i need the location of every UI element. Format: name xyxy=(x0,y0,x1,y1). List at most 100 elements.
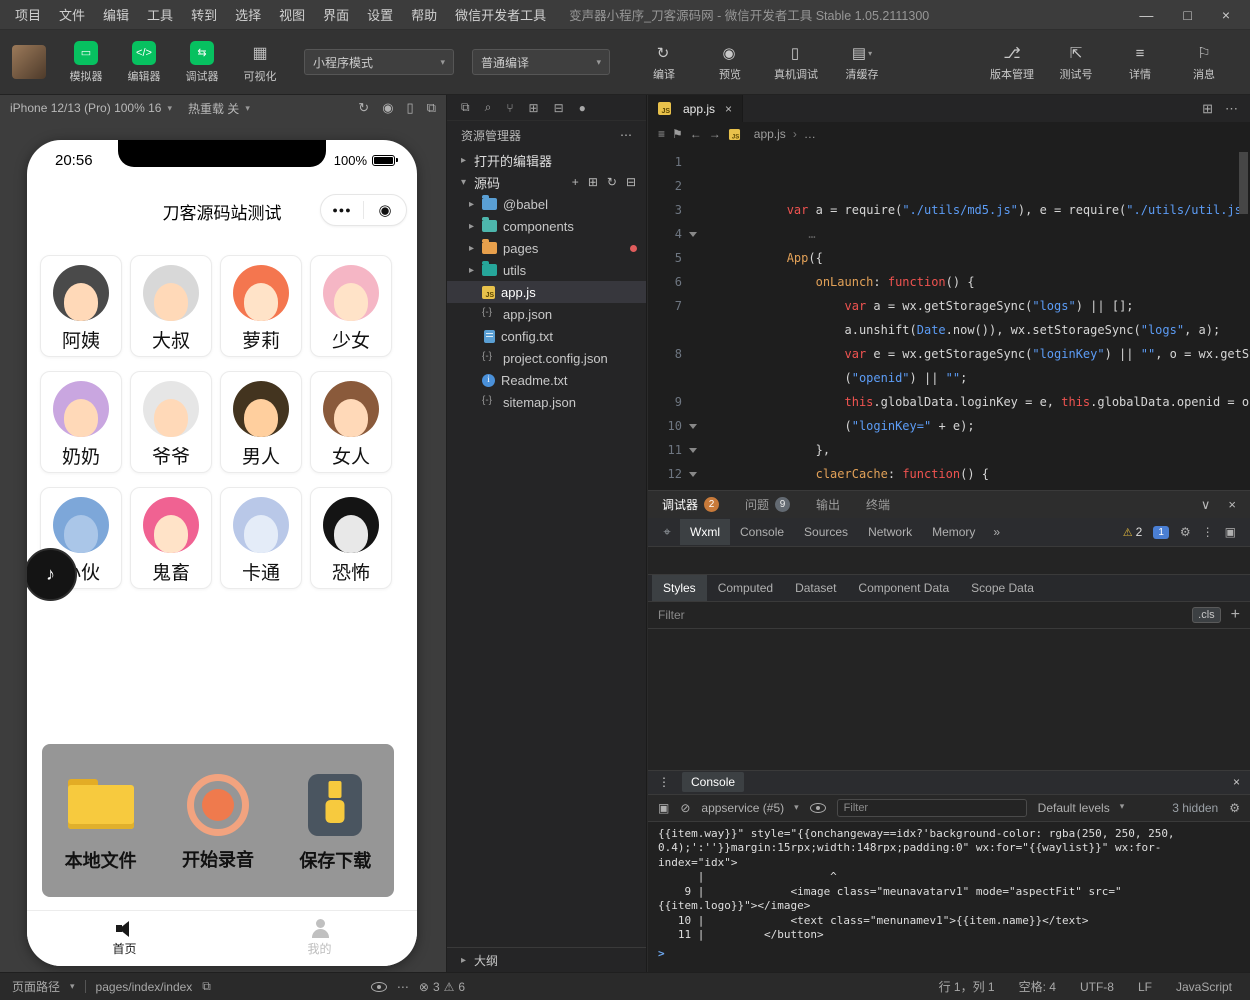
menu-item[interactable]: 编辑 xyxy=(94,5,138,24)
voice-avatar-card[interactable]: 萝莉 xyxy=(220,255,302,357)
live-expression-eye-icon[interactable] xyxy=(809,802,826,813)
explorer-topbar-icon[interactable]: ● xyxy=(579,101,586,115)
fold-icon[interactable] xyxy=(686,174,700,198)
toolbar-view-button[interactable]: ⇆ 调试器 xyxy=(176,40,228,84)
issue-count-badge[interactable]: 1 xyxy=(1153,525,1169,539)
control-button[interactable]: 开始录音 xyxy=(182,773,254,872)
close-button[interactable]: × xyxy=(1222,7,1230,23)
statusbar-more-icon[interactable]: ⋯ xyxy=(397,980,409,994)
phone-tab[interactable]: 首页 xyxy=(27,911,222,966)
hot-reload-select[interactable]: 热重载 关 ▾ xyxy=(188,100,250,117)
wxml-tree-area[interactable] xyxy=(648,547,1250,575)
file-tree-item[interactable]: ▸ @babel xyxy=(447,193,646,215)
minimize-button[interactable]: — xyxy=(1139,7,1153,23)
fold-icon[interactable] xyxy=(686,198,700,222)
inspect-icon[interactable]: ⌖ xyxy=(654,524,680,540)
outline-section[interactable]: ▸ 大纲 xyxy=(447,947,646,972)
editor-more-icon[interactable]: ⋯ xyxy=(1225,101,1238,117)
capsule-more-button[interactable]: ●●● xyxy=(321,205,363,215)
file-tree-item[interactable]: sitemap.json xyxy=(447,391,646,413)
editor-tab-appjs[interactable]: app.js × xyxy=(648,95,744,122)
styles-subtab[interactable]: Component Data xyxy=(847,575,960,601)
control-button[interactable]: 本地文件 xyxy=(65,773,137,873)
compile-mode-select[interactable]: 普通编译 ▾ xyxy=(472,49,610,75)
editor-scrollbar[interactable] xyxy=(1239,152,1248,214)
voice-avatar-card[interactable]: 卡通 xyxy=(220,487,302,589)
voice-avatar-card[interactable]: 阿姨 xyxy=(40,255,122,357)
open-editors-section[interactable]: ▸ 打开的编辑器 xyxy=(447,149,646,171)
fold-icon[interactable] xyxy=(686,342,700,366)
code-editor[interactable]: 1 var a = require("./utils/md5.js"), e =… xyxy=(648,146,1250,490)
explorer-topbar-icon[interactable]: ⌕ xyxy=(485,100,492,115)
menu-item[interactable]: 设置 xyxy=(358,5,402,24)
voice-avatar-card[interactable]: 女人 xyxy=(310,371,392,473)
clear-console-icon[interactable]: ⊘ xyxy=(680,801,690,815)
back-icon[interactable]: ← xyxy=(690,127,702,141)
statusbar-item[interactable]: LF xyxy=(1138,978,1152,995)
devtools-tab[interactable]: Sources xyxy=(794,519,858,545)
explorer-topbar-icon[interactable]: ⊞ xyxy=(529,101,539,115)
simulator-toolbar-icon[interactable]: ⧉ xyxy=(427,100,436,116)
simulator-toolbar-icon[interactable]: ◉ xyxy=(382,100,393,116)
devtools-tab[interactable]: Network xyxy=(858,519,922,545)
fold-icon[interactable] xyxy=(686,222,700,246)
statusbar-item[interactable]: 空格: 4 xyxy=(1019,978,1056,995)
voice-avatar-card[interactable]: 少女 xyxy=(310,255,392,357)
explorer-action-icon[interactable]: ⊞ xyxy=(588,175,598,189)
control-button[interactable]: 保存下载 xyxy=(299,773,371,873)
toolbar-action-button[interactable]: ▯ 真机调试 xyxy=(768,42,824,82)
voice-avatar-card[interactable]: 男人 xyxy=(220,371,302,473)
styles-content-area[interactable] xyxy=(648,629,1250,771)
fold-icon[interactable] xyxy=(686,366,700,390)
menu-item[interactable]: 文件 xyxy=(50,5,94,24)
statusbar-item[interactable]: UTF-8 xyxy=(1080,978,1114,995)
console-filter-input[interactable] xyxy=(836,798,1027,817)
fold-icon[interactable] xyxy=(686,318,700,342)
toolbar-right-button[interactable]: ⎇ 版本管理 xyxy=(984,42,1040,82)
dock-side-icon[interactable]: ▣ xyxy=(1225,525,1236,539)
close-panel-icon[interactable]: × xyxy=(1228,497,1236,513)
file-tree-item[interactable]: ▸ pages xyxy=(447,237,646,259)
breadcrumb-file[interactable]: app.js xyxy=(754,127,786,141)
explorer-action-icon[interactable]: ⊟ xyxy=(626,175,636,189)
explorer-topbar-icon[interactable]: ⊟ xyxy=(554,101,564,115)
devtools-tab[interactable]: Memory xyxy=(922,519,985,545)
console-sidebar-icon[interactable]: ▣ xyxy=(658,801,669,815)
explorer-action-icon[interactable]: + xyxy=(572,175,579,189)
floating-music-disc[interactable]: ♪ xyxy=(27,548,77,601)
fold-icon[interactable] xyxy=(686,414,700,438)
debugger-tab[interactable]: 输出 xyxy=(816,496,840,513)
execution-context-select[interactable]: appservice (#5) ▾ xyxy=(701,801,798,815)
menu-item[interactable]: 工具 xyxy=(138,5,182,24)
file-tree-item[interactable]: app.json xyxy=(447,303,646,325)
outline-list-icon[interactable]: ≡ xyxy=(658,127,665,141)
user-avatar[interactable] xyxy=(12,45,46,79)
explorer-more-icon[interactable]: ⋯ xyxy=(620,128,632,142)
toolbar-action-button[interactable]: ◉ 预览 xyxy=(702,42,758,82)
voice-avatar-card[interactable]: 鬼畜 xyxy=(130,487,212,589)
forward-icon[interactable]: → xyxy=(709,127,721,141)
menu-item[interactable]: 视图 xyxy=(270,5,314,24)
styles-subtab[interactable]: Styles xyxy=(652,575,707,601)
page-path-select[interactable]: 页面路径 ▾ xyxy=(12,978,75,995)
toolbar-view-button[interactable]: ▭ 模拟器 xyxy=(60,40,112,84)
voice-avatar-card[interactable]: 大叔 xyxy=(130,255,212,357)
device-select[interactable]: iPhone 12/13 (Pro) 100% 16 ▾ xyxy=(10,101,172,115)
voice-avatar-card[interactable]: 奶奶 xyxy=(40,371,122,473)
fold-icon[interactable] xyxy=(686,390,700,414)
menu-item[interactable]: 界面 xyxy=(314,5,358,24)
cls-toggle-button[interactable]: .cls xyxy=(1192,607,1221,623)
fold-icon[interactable] xyxy=(686,438,700,462)
explorer-topbar-icon[interactable]: ⧉ xyxy=(461,100,470,115)
debugger-tab[interactable]: 调试器 2 xyxy=(662,496,720,513)
styles-subtab[interactable]: Dataset xyxy=(784,575,847,601)
voice-avatar-card[interactable]: 爷爷 xyxy=(130,371,212,473)
fold-icon[interactable] xyxy=(686,270,700,294)
tab-close-icon[interactable]: × xyxy=(725,102,732,116)
menu-item[interactable]: 项目 xyxy=(6,5,50,24)
file-tree-item[interactable]: ▸ components xyxy=(447,215,646,237)
fold-icon[interactable] xyxy=(686,294,700,318)
statusbar-eye-icon[interactable] xyxy=(370,981,387,992)
file-tree-item[interactable]: app.js xyxy=(447,281,646,303)
fold-icon[interactable] xyxy=(686,150,700,174)
